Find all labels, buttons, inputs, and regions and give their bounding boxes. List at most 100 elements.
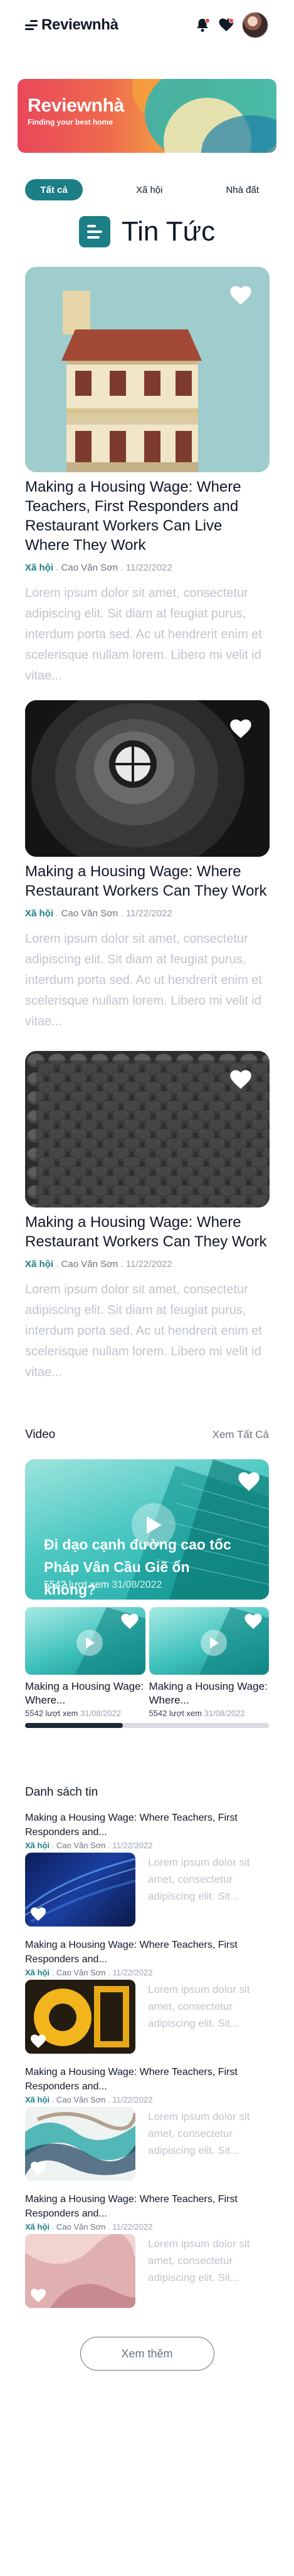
bell-icon[interactable]	[194, 16, 211, 34]
banner-title: Reviewnhà	[28, 95, 125, 116]
logo[interactable]: Reviewnhà	[25, 16, 118, 34]
article-category[interactable]: Xã hội	[25, 908, 53, 919]
video-card[interactable]: Making a Housing Wage: Where... 5542 lượ…	[149, 1607, 270, 1718]
heart-icon[interactable]	[229, 286, 252, 306]
category-tabs: Tất cả Xã hội Nhà đất	[25, 179, 269, 200]
list-item-excerpt: Lorem ipsum dolor sit amet, consectetur …	[148, 2238, 250, 2284]
tab-real-estate[interactable]: Nhà đất	[216, 179, 269, 200]
heart-icon[interactable]	[229, 719, 252, 739]
article-date: 11/22/2022	[125, 1259, 172, 1270]
list-item-image[interactable]	[25, 1853, 135, 1927]
list-item-title[interactable]: Making a Housing Wage: Where Teachers, F…	[25, 1811, 269, 1839]
heart-icon[interactable]	[30, 1907, 46, 1922]
article-card[interactable]: Making a Housing Wage: Where Teachers, F…	[25, 267, 270, 686]
video-carousel-scrollbar[interactable]	[25, 1723, 269, 1728]
article-title[interactable]: Making a Housing Wage: Where Restaurant …	[25, 1213, 269, 1251]
video-card[interactable]: Making a Housing Wage: Where... 5542 lượ…	[25, 1607, 145, 1718]
list-item-meta: Xã hội . Cao Văn Sơn . 11/22/2022	[25, 2095, 153, 2104]
list-item-date: 11/22/2022	[112, 2222, 153, 2232]
list-item-author: Cao Văn Sơn	[56, 2095, 106, 2104]
list-item-author: Cao Văn Sơn	[56, 1841, 106, 1850]
video-carousel[interactable]: Making a Housing Wage: Where... 5542 lượ…	[25, 1607, 269, 1718]
article-category[interactable]: Xã hội	[25, 562, 53, 573]
heart-icon[interactable]	[238, 1472, 260, 1492]
article-category[interactable]: Xã hội	[25, 1259, 53, 1270]
heart-icon[interactable]	[218, 16, 235, 34]
section-title: Tin Tức	[121, 216, 216, 247]
list-item-meta: Xã hội . Cao Văn Sơn . 11/22/2022	[25, 1841, 153, 1850]
list-item-image[interactable]	[25, 2107, 135, 2181]
article-date: 11/22/2022	[125, 562, 172, 573]
article-meta: Xã hội . Cao Văn Sơn . 11/22/2022	[25, 562, 172, 573]
list-item-excerpt: Lorem ipsum dolor sit amet, consectetur …	[148, 2111, 250, 2156]
article-excerpt: Lorem ipsum dolor sit amet, consectetur …	[25, 932, 262, 1028]
notification-dot	[229, 18, 234, 23]
tab-social[interactable]: Xã hội	[126, 179, 173, 200]
article-title[interactable]: Making a Housing Wage: Where Teachers, F…	[25, 477, 269, 555]
video-card-title[interactable]: Making a Housing Wage: Where...	[25, 1680, 145, 1707]
logo-text: Reviewnhà	[41, 16, 118, 33]
article-meta: Xã hội . Cao Văn Sơn . 11/22/2022	[25, 908, 172, 919]
article-excerpt: Lorem ipsum dolor sit amet, consectetur …	[25, 586, 262, 683]
article-author: Cao Văn Sơn	[61, 908, 118, 919]
article-card[interactable]: Making a Housing Wage: Where Restaurant …	[25, 700, 270, 1032]
news-list-title: Danh sách tin	[25, 1786, 98, 1799]
see-all-videos-link[interactable]: Xem Tất Cả	[213, 1429, 269, 1441]
article-date: 11/22/2022	[125, 908, 172, 919]
heart-icon[interactable]	[229, 1070, 252, 1090]
list-item[interactable]: Making a Housing Wage: Where Teachers, F…	[25, 2192, 269, 2308]
hero-banner[interactable]: Reviewnhà Finding your best home	[18, 79, 276, 153]
news-icon	[78, 216, 110, 247]
article-title[interactable]: Making a Housing Wage: Where Restaurant …	[25, 862, 269, 901]
article-meta: Xã hội . Cao Văn Sơn . 11/22/2022	[25, 1259, 172, 1270]
article-image[interactable]	[25, 700, 270, 857]
list-item[interactable]: Making a Housing Wage: Where Teachers, F…	[25, 1811, 269, 1927]
video-section-title: Video	[25, 1428, 56, 1441]
menu-icon[interactable]	[25, 20, 38, 30]
list-item[interactable]: Making a Housing Wage: Where Teachers, F…	[25, 2065, 269, 2181]
list-item-author: Cao Văn Sơn	[56, 2222, 106, 2232]
heart-icon[interactable]	[30, 2034, 46, 2049]
page: Reviewnhà Reviewnhà Finding your best ho…	[0, 0, 294, 2433]
article-image[interactable]	[25, 267, 270, 472]
article-author: Cao Văn Sơn	[61, 562, 118, 573]
video-card-title[interactable]: Making a Housing Wage: Where...	[149, 1680, 270, 1707]
article-image[interactable]	[25, 1051, 270, 1208]
list-item-category[interactable]: Xã hội	[25, 1968, 50, 1977]
play-icon[interactable]	[200, 1630, 227, 1656]
heart-icon[interactable]	[30, 2289, 46, 2303]
banner-subtitle: Finding your best home	[28, 118, 113, 127]
list-item-date: 11/22/2022	[112, 1968, 153, 1977]
list-item-image[interactable]	[25, 2234, 135, 2308]
header: Reviewnhà	[0, 0, 294, 50]
scrollbar-thumb[interactable]	[25, 1723, 123, 1728]
list-item-category[interactable]: Xã hội	[25, 2222, 50, 2232]
list-item-category[interactable]: Xã hội	[25, 1841, 50, 1850]
bottom-spacer	[0, 2371, 294, 2433]
heart-icon[interactable]	[120, 1613, 139, 1630]
list-item-image[interactable]	[25, 1980, 135, 2054]
video-views: 5542 lượt xem	[44, 1580, 109, 1590]
list-item-excerpt: Lorem ipsum dolor sit amet, consectetur …	[148, 1856, 250, 1902]
list-item-title[interactable]: Making a Housing Wage: Where Teachers, F…	[25, 1938, 269, 1967]
featured-video-meta: 5542 lượt xem 31/08/2022	[44, 1580, 162, 1591]
load-more-button[interactable]: Xem thêm	[80, 2337, 214, 2371]
heart-icon[interactable]	[30, 2161, 46, 2176]
featured-video[interactable]: Đi dạo cạnh đường cao tốc Pháp Vân Cầu G…	[25, 1459, 269, 1600]
list-item-title[interactable]: Making a Housing Wage: Where Teachers, F…	[25, 2192, 269, 2221]
list-item-date: 11/22/2022	[112, 1841, 153, 1850]
list-item-title[interactable]: Making a Housing Wage: Where Teachers, F…	[25, 2065, 269, 2094]
video-thumbnail[interactable]	[25, 1607, 145, 1675]
heart-icon[interactable]	[244, 1613, 263, 1630]
list-item-category[interactable]: Xã hội	[25, 2095, 50, 2104]
video-views: 5542 lượt xem	[25, 1709, 78, 1718]
avatar[interactable]	[241, 11, 269, 39]
article-card[interactable]: Making a Housing Wage: Where Restaurant …	[25, 1051, 270, 1383]
header-actions	[194, 11, 269, 39]
video-section-header: Video Xem Tất Cả	[25, 1428, 269, 1442]
play-icon[interactable]	[76, 1630, 103, 1656]
tab-all[interactable]: Tất cả	[25, 179, 83, 200]
video-thumbnail[interactable]	[149, 1607, 269, 1675]
article-author: Cao Văn Sơn	[61, 1259, 118, 1270]
list-item[interactable]: Making a Housing Wage: Where Teachers, F…	[25, 1938, 269, 2054]
